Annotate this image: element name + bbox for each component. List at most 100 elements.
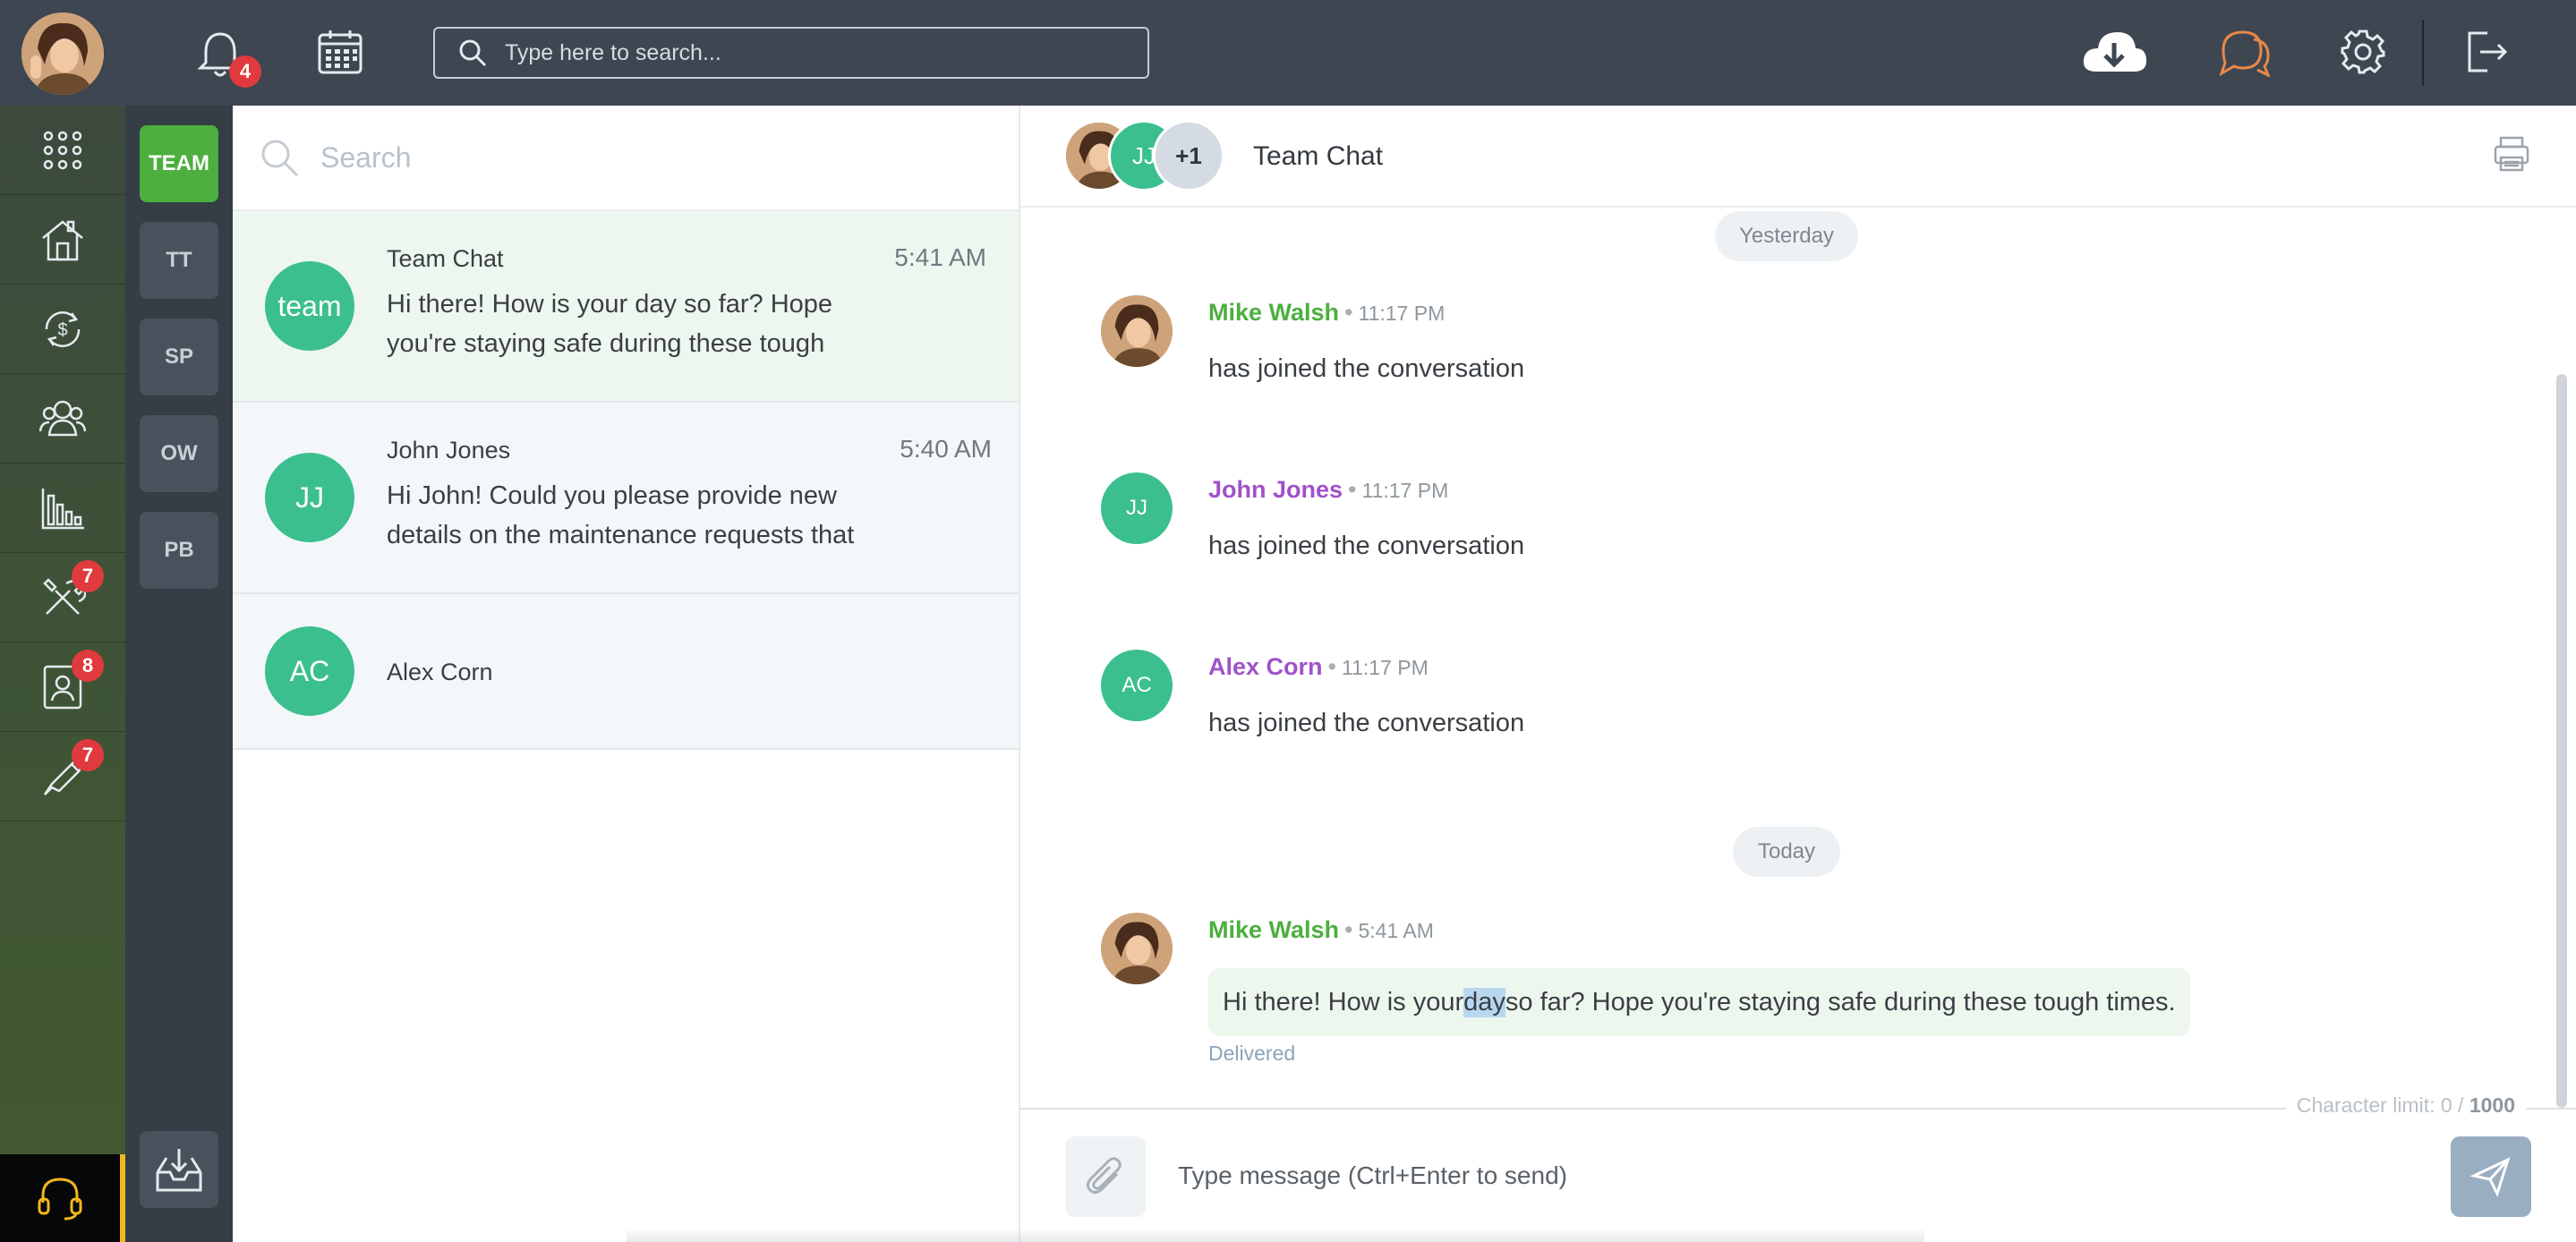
nav-properties[interactable] <box>0 195 125 285</box>
search-icon <box>459 39 487 67</box>
message-avatar[interactable] <box>1101 913 1173 984</box>
author-name[interactable]: Alex Corn <box>1208 653 1323 680</box>
author-name[interactable]: John Jones <box>1208 476 1343 503</box>
download-button[interactable] <box>2078 23 2150 81</box>
help-button[interactable] <box>0 1154 125 1242</box>
message-input[interactable] <box>1178 1149 2341 1203</box>
conversation-name: John Jones <box>387 437 511 464</box>
send-button[interactable] <box>2451 1136 2531 1217</box>
message-time: 11:17 PM <box>1341 656 1429 679</box>
payments-icon: $ <box>45 310 81 347</box>
conversation-time: 5:40 AM <box>900 435 992 463</box>
conversation-search-input[interactable] <box>320 140 947 174</box>
group-sp[interactable]: SP <box>140 319 218 396</box>
conversation-name: Team Chat <box>387 245 504 272</box>
author-name[interactable]: Mike Walsh <box>1208 299 1339 326</box>
nav-payments[interactable]: $ <box>0 285 125 374</box>
chat-icon <box>2219 30 2271 77</box>
day-separator-today: Today <box>1733 827 1840 877</box>
logout-button[interactable] <box>2458 23 2515 81</box>
message-avatar[interactable] <box>1101 295 1173 367</box>
nav-contacts[interactable] <box>0 374 125 464</box>
main-nav: $ 7 8 7 <box>0 106 125 1242</box>
group-pb[interactable]: PB <box>140 512 218 589</box>
day-separator-yesterday: Yesterday <box>1715 211 1858 261</box>
nav-maintenance[interactable]: 7 <box>0 553 125 642</box>
nav-reports[interactable] <box>0 464 125 553</box>
top-bar: 4 <box>0 0 2576 106</box>
message-text-end: so far? Hope you're staying safe during … <box>1505 987 2176 1017</box>
global-search[interactable] <box>433 27 1149 79</box>
conversation-item-john-jones[interactable]: JJ John Jones 5:40 AM Hi John! Could you… <box>233 403 1019 594</box>
chat-button[interactable] <box>2216 23 2273 81</box>
character-limit: Character limit: 0 / 1000 <box>2285 1093 2526 1118</box>
conversation-avatar: JJ <box>265 453 354 542</box>
apps-grid-icon <box>43 131 82 169</box>
conversation-preview: Hi John! Could you please provide new de… <box>387 481 855 549</box>
paperclip-icon <box>1086 1157 1122 1195</box>
group-ow[interactable]: OW <box>140 415 218 492</box>
global-search-input[interactable] <box>505 39 1131 66</box>
printer-icon <box>2494 136 2529 172</box>
group-tt[interactable]: TT <box>140 222 218 299</box>
search-icon <box>261 140 299 177</box>
conversation-item-alex-corn[interactable]: AC Alex Corn <box>233 594 1019 750</box>
gear-icon <box>2341 30 2385 74</box>
tools-badge: 7 <box>72 739 104 771</box>
message-time: 11:17 PM <box>1358 302 1446 325</box>
print-button[interactable] <box>2492 134 2531 178</box>
selected-text: day <box>1463 987 1506 1017</box>
nav-tools[interactable]: 7 <box>0 732 125 821</box>
property-icon <box>42 219 83 260</box>
more-participants-badge[interactable]: +1 <box>1153 120 1224 191</box>
message-time: 5:41 AM <box>1358 919 1434 942</box>
conversation-preview: Hi there! How is your day so far? Hope y… <box>387 290 833 358</box>
chat-title: Team Chat <box>1253 141 1384 171</box>
message-author[interactable]: Alex Corn • 11:17 PM <box>1208 653 1429 681</box>
chat-scrollbar[interactable] <box>2556 374 2567 1108</box>
chat-panel: JJ +1 Team Chat Yesterday Mike Walsh • 11:… <box>1020 106 2576 1242</box>
headset-icon <box>38 1178 82 1221</box>
message-avatar[interactable]: AC <box>1101 650 1173 721</box>
send-icon <box>2470 1157 2511 1197</box>
logout-icon <box>2468 31 2508 72</box>
user-avatar[interactable] <box>21 13 104 95</box>
tenant-badge: 8 <box>72 650 104 682</box>
message-bubble[interactable]: Hi there! How is your day so far? Hope y… <box>1208 968 2190 1036</box>
separator-dot: • <box>1344 299 1353 326</box>
message-status: Delivered <box>1208 1042 1296 1065</box>
message-text-start: Hi there! How is your <box>1223 987 1464 1017</box>
conversation-avatar: team <box>265 261 354 351</box>
attach-button[interactable] <box>1065 1136 1146 1217</box>
conversation-search[interactable] <box>233 106 1019 211</box>
archive-button[interactable] <box>140 1131 218 1208</box>
conversation-list: team Team Chat 5:41 AM Hi there! How is … <box>233 106 1020 1242</box>
message-text: has joined the conversation <box>1208 709 1525 737</box>
message-author[interactable]: Mike Walsh • 5:41 AM <box>1208 916 1434 944</box>
message-avatar[interactable]: JJ <box>1101 472 1173 544</box>
notifications-button[interactable]: 4 <box>193 27 261 88</box>
calendar-button[interactable] <box>313 25 367 79</box>
message-time: 11:17 PM <box>1361 479 1449 502</box>
conversation-time: 5:41 AM <box>894 243 986 271</box>
topbar-divider <box>2422 20 2424 86</box>
calendar-icon <box>318 30 363 74</box>
message-author[interactable]: John Jones • 11:17 PM <box>1208 476 1448 504</box>
settings-button[interactable] <box>2334 23 2392 81</box>
author-name[interactable]: Mike Walsh <box>1208 916 1339 943</box>
nav-apps[interactable] <box>0 106 125 195</box>
cloud-download-icon <box>2083 32 2146 72</box>
reports-icon <box>41 488 84 529</box>
inbox-download-icon <box>156 1149 202 1192</box>
separator-dot: • <box>1344 916 1353 943</box>
conversation-item-team-chat[interactable]: team Team Chat 5:41 AM Hi there! How is … <box>233 211 1019 403</box>
separator-dot: • <box>1327 653 1336 680</box>
message-text: has joined the conversation <box>1208 354 1525 383</box>
chat-header: JJ +1 Team Chat <box>1020 106 2576 208</box>
group-team[interactable]: TEAM <box>140 125 218 202</box>
notification-badge: 4 <box>229 55 261 88</box>
nav-tenants[interactable]: 8 <box>0 642 125 732</box>
message-author[interactable]: Mike Walsh • 11:17 PM <box>1208 299 1445 327</box>
conversation-name: Alex Corn <box>387 659 493 685</box>
separator-dot: • <box>1348 476 1357 503</box>
